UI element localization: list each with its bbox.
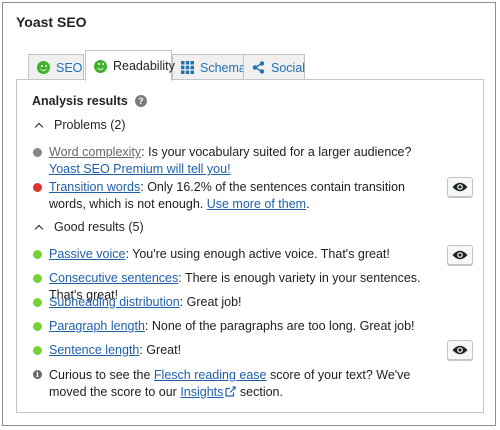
green-bullet-icon xyxy=(33,274,42,283)
consecutive-sentences-link[interactable]: Consecutive sentences xyxy=(49,271,178,285)
problem-item-word-complexity: Word complexity: Is your vocabulary suit… xyxy=(33,144,428,178)
smiley-icon xyxy=(94,59,107,73)
premium-link[interactable]: Yoast SEO Premium will tell you! xyxy=(49,162,231,176)
good-results-label: Good results (5) xyxy=(54,220,144,234)
tab-seo[interactable]: SEO xyxy=(28,54,84,80)
item-text: Transition words: Only 16.2% of the sent… xyxy=(49,179,428,213)
tab-readability[interactable]: Readability xyxy=(85,50,175,81)
eye-icon xyxy=(452,182,468,192)
item-tail: . xyxy=(306,197,310,211)
eye-icon xyxy=(452,345,468,355)
analysis-heading: Analysis results ? xyxy=(32,94,147,108)
tab-social[interactable]: Social xyxy=(243,54,305,80)
item-text: Subheading distribution: Great job! xyxy=(49,294,428,311)
external-edit-icon xyxy=(225,385,237,402)
panel-title: Yoast SEO xyxy=(16,14,87,30)
item-description: : Great job! xyxy=(179,295,242,309)
yoast-panel: Yoast SEO SEO Readability Schema Social … xyxy=(2,2,496,426)
problems-label: Problems (2) xyxy=(54,118,126,132)
problem-item-transition-words: Transition words: Only 16.2% of the sent… xyxy=(33,179,428,213)
flesch-note: i Curious to see the Flesch reading ease… xyxy=(33,367,428,402)
good-item-subheading-distribution: Subheading distribution: Great job! xyxy=(33,294,428,311)
paragraph-length-link[interactable]: Paragraph length xyxy=(49,319,145,333)
green-bullet-icon xyxy=(33,322,42,331)
problems-toggle[interactable]: Problems (2) xyxy=(34,118,126,132)
chevron-up-icon xyxy=(34,122,44,131)
highlight-eye-button[interactable] xyxy=(447,177,473,197)
sentence-length-link[interactable]: Sentence length xyxy=(49,343,139,357)
tab-schema[interactable]: Schema xyxy=(172,54,246,80)
tab-label: Schema xyxy=(200,60,246,75)
eye-icon xyxy=(452,250,468,260)
item-description: : You're using enough active voice. That… xyxy=(125,247,390,261)
item-text: Passive voice: You're using enough activ… xyxy=(49,246,428,263)
item-text: Sentence length: Great! xyxy=(49,342,428,359)
share-icon xyxy=(252,61,265,74)
good-item-passive-voice: Passive voice: You're using enough activ… xyxy=(33,246,428,263)
item-text: Paragraph length: None of the paragraphs… xyxy=(49,318,428,335)
grid-icon xyxy=(181,61,194,74)
analysis-box: Analysis results ? Problems (2) Word com… xyxy=(16,79,484,413)
item-description: : Great! xyxy=(139,343,182,357)
good-item-sentence-length: Sentence length: Great! xyxy=(33,342,428,359)
good-item-paragraph-length: Paragraph length: None of the paragraphs… xyxy=(33,318,428,335)
info-icon: i xyxy=(33,370,42,379)
tab-label: Readability xyxy=(113,59,175,73)
green-bullet-icon xyxy=(33,346,42,355)
chevron-up-icon xyxy=(34,224,44,233)
note-post: section. xyxy=(236,385,283,399)
highlight-eye-button[interactable] xyxy=(447,245,473,265)
use-more-link[interactable]: Use more of them xyxy=(207,197,306,211)
grey-bullet-icon xyxy=(33,148,42,157)
help-icon[interactable]: ? xyxy=(134,95,147,107)
subheading-distribution-link[interactable]: Subheading distribution xyxy=(49,295,180,309)
word-complexity-link[interactable]: Word complexity xyxy=(49,145,141,159)
transition-words-link[interactable]: Transition words xyxy=(49,180,140,194)
item-description: : Is your vocabulary suited for a larger… xyxy=(141,145,412,159)
note-pre: Curious to see the xyxy=(49,368,154,382)
red-bullet-icon xyxy=(33,183,42,192)
smiley-icon xyxy=(37,61,50,74)
item-description: : None of the paragraphs are too long. G… xyxy=(144,319,415,333)
highlight-eye-button[interactable] xyxy=(447,340,473,360)
green-bullet-icon xyxy=(33,250,42,259)
green-bullet-icon xyxy=(33,298,42,307)
tab-label: SEO xyxy=(56,60,83,75)
flesch-reading-ease-link[interactable]: Flesch reading ease xyxy=(154,368,267,382)
good-results-toggle[interactable]: Good results (5) xyxy=(34,220,144,234)
passive-voice-link[interactable]: Passive voice xyxy=(49,247,125,261)
analysis-title: Analysis results xyxy=(32,94,128,108)
note-text: Curious to see the Flesch reading ease s… xyxy=(49,367,428,402)
tab-label: Social xyxy=(271,60,306,75)
item-text: Word complexity: Is your vocabulary suit… xyxy=(49,144,428,178)
insights-link[interactable]: Insights xyxy=(180,385,223,399)
